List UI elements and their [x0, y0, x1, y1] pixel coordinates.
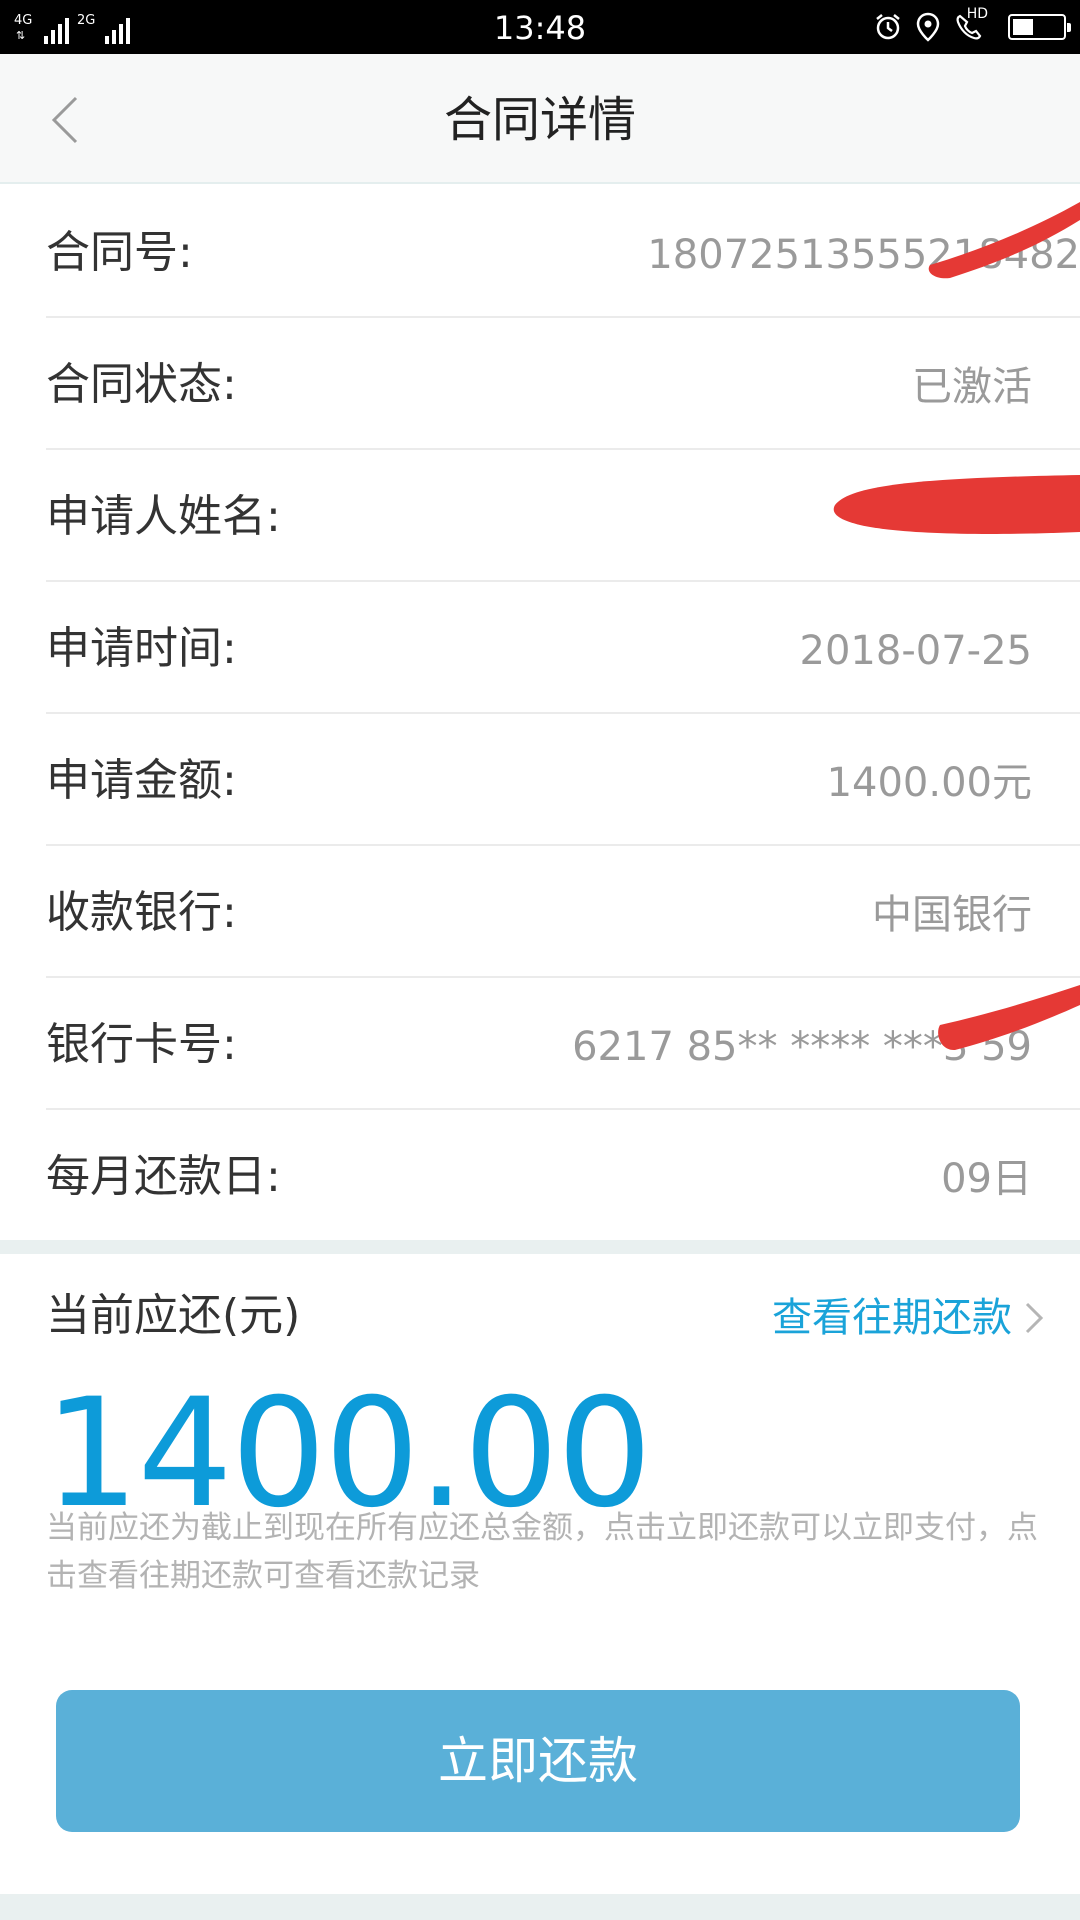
hd-call-icon: HD: [954, 6, 988, 42]
row-apply-date: 申请时间: 2018-07-25: [46, 582, 1080, 714]
row-label: 合同状态:: [46, 359, 237, 410]
page-title: 合同详情: [443, 92, 636, 148]
row-apply-amount: 申请金额: 1400.00元: [46, 714, 1080, 846]
status-icons: HD: [874, 6, 1071, 46]
row-contract-status: 合同状态: 已激活: [46, 318, 1080, 450]
view-history-link[interactable]: 查看往期还款: [772, 1290, 1044, 1346]
alarm-icon: [876, 14, 900, 40]
row-value: 09日: [941, 1156, 1032, 1202]
section-divider: [0, 1240, 1080, 1254]
row-monthly-due-day: 每月还款日: 09日: [46, 1110, 1080, 1242]
row-receiving-bank: 收款银行: 中国银行: [46, 846, 1080, 978]
bottom-strip: [0, 1894, 1080, 1920]
battery-icon: [1008, 14, 1071, 40]
location-icon: [916, 12, 940, 42]
repayment-hint: 当前应还为截止到现在所有应还总金额，点击立即还款可以立即支付，点击查看往期还款可…: [46, 1510, 1038, 1594]
row-label: 每月还款日:: [46, 1151, 281, 1202]
current-due-label: 当前应还(元): [46, 1290, 301, 1341]
row-label: 银行卡号:: [46, 1019, 237, 1070]
row-value: 18072513555218482: [647, 232, 1080, 278]
contract-info-list: 合同号: 18072513555218482 合同状态: 已激活 申请人姓名: …: [0, 186, 1080, 1242]
row-label: 申请人姓名:: [46, 491, 281, 542]
row-card-number: 银行卡号: 6217 85** **** ***3 59: [46, 978, 1080, 1110]
row-value: 中国银行: [872, 892, 1032, 938]
chevron-right-icon: [1025, 1302, 1044, 1334]
pay-now-button[interactable]: 立即还款: [56, 1690, 1020, 1832]
row-label: 收款银行:: [46, 887, 237, 938]
row-value: 1400.00元: [826, 760, 1032, 806]
row-value: 已激活: [912, 364, 1032, 410]
row-label: 合同号:: [46, 227, 193, 278]
repayment-section: 当前应还(元) 查看往期还款 1400.00 当前应还为截止到现在所有应还总金额…: [0, 1254, 1080, 1894]
row-label: 申请时间:: [46, 623, 237, 674]
row-contract-number: 合同号: 18072513555218482: [46, 186, 1080, 318]
status-bar: 4G ⇅ 2G 13:48 HD: [0, 0, 1080, 54]
view-history-label: 查看往期还款: [772, 1295, 1012, 1341]
row-label: 申请金额:: [46, 755, 237, 806]
row-value: 2018-07-25: [799, 628, 1032, 674]
nav-bar: 合同详情: [0, 54, 1080, 184]
row-value: 6217 85** **** ***3 59: [572, 1024, 1032, 1070]
row-applicant-name: 申请人姓名:: [46, 450, 1080, 582]
